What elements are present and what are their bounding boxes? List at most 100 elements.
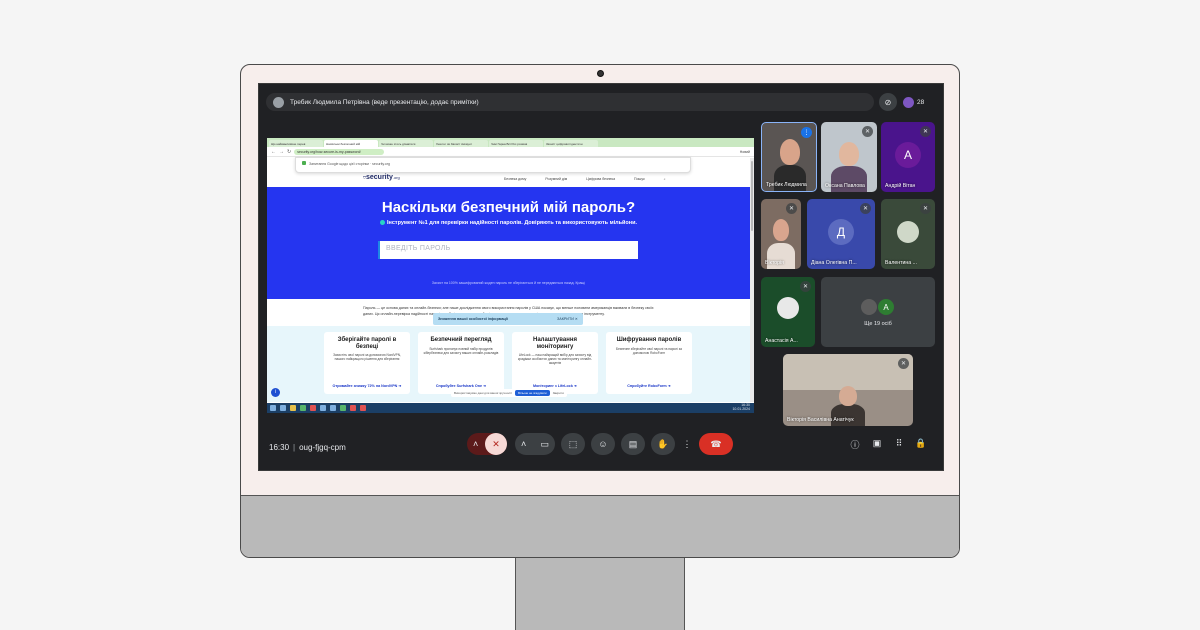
taskbar-clock[interactable]: 16:30 10.01.2024 [732, 403, 750, 412]
camera-icon[interactable]: ▭ [540, 439, 549, 450]
participant-mini-avatar [861, 299, 877, 315]
back-icon[interactable]: ← [271, 149, 276, 155]
browser-tab[interactable]: Що найважливіше перев [269, 140, 323, 147]
page-scrollbar[interactable] [750, 158, 754, 402]
present-icon: ⬚ [568, 438, 578, 449]
omnibox-suggestion[interactable]: Запитання Google щодо цієї сторінки · se… [295, 157, 691, 173]
chrome-icon[interactable] [300, 405, 306, 411]
accessibility-icon[interactable]: i [271, 388, 280, 397]
participant-name: Андрій Вітан [885, 183, 916, 189]
app-icon[interactable] [350, 405, 356, 411]
top-right-controls: ⊘ 28 [879, 93, 924, 111]
forward-icon[interactable]: → [279, 149, 284, 155]
search-icon[interactable]: ⌕ [664, 177, 666, 181]
participant-name: Требик Людмила [766, 182, 807, 188]
hero-note: Захист на 100% зашифрований жоден пароль… [431, 281, 586, 285]
monitor-stand [515, 556, 685, 630]
app-icon[interactable] [340, 405, 346, 411]
participant-tile[interactable]: ⋮ Требик Людмила [761, 122, 817, 192]
participant-name: Оксана Павлова [825, 183, 865, 189]
participant-tile[interactable]: ✕ Валентина ... [881, 199, 935, 269]
participant-tile[interactable]: ✕ Вікторія Василівна Анатічук [783, 354, 913, 426]
start-icon[interactable] [270, 405, 276, 411]
app-icon[interactable] [310, 405, 316, 411]
participant-tile[interactable]: А ✕ Андрій Вітан [881, 122, 935, 192]
close-icon[interactable]: ✕ [574, 317, 578, 321]
search-icon[interactable] [280, 405, 286, 411]
card-link[interactable]: Моніторинг з LifeLock ➔ [512, 384, 598, 388]
cookie-text: Використовуємо дані для вашої зручності [454, 391, 513, 395]
participant-tile[interactable]: ✕ Анастасія А... [761, 277, 815, 347]
browser-tab[interactable]: Хештег як Захист Аккаунт [434, 140, 488, 147]
card-text: Surfshark пропонує повний набір продукті… [423, 346, 499, 355]
scroll-thumb[interactable] [751, 161, 753, 231]
card-text: LifeLock — наш найкращий вибір для захис… [518, 353, 592, 366]
card-text: Безпечне зберігайте свої паролі та парол… [616, 346, 682, 355]
cookie-close-button[interactable]: Закрити [553, 391, 564, 395]
browser-tab[interactable]: Чи може хтось дізнатися [379, 140, 433, 147]
participant-avatar [897, 221, 919, 243]
mic-off-button[interactable]: ✕ [485, 433, 507, 455]
meeting-code[interactable]: oug-fjgq-cpm [299, 443, 346, 452]
card-password-storage: Зберігайте паролі в безпеці Захистіть св… [324, 332, 410, 394]
captions-button[interactable]: ▤ [621, 433, 645, 455]
activities-icon[interactable]: ⠿ [893, 438, 905, 449]
present-button[interactable]: ⬚ [561, 433, 585, 455]
app-icon[interactable] [330, 405, 336, 411]
participant-avatar [777, 297, 799, 319]
profile-label[interactable]: Новий [740, 150, 750, 154]
app-icon[interactable] [360, 405, 366, 411]
info-icon[interactable]: ⓘ [849, 438, 861, 451]
raise-hand-button[interactable]: ✋ [651, 433, 675, 455]
reload-icon[interactable]: ↻ [287, 149, 291, 155]
chat-icon[interactable]: ▣ [871, 438, 883, 449]
end-call-button[interactable]: ☎ [699, 433, 733, 455]
emoji-button[interactable]: ☺ [591, 433, 615, 455]
nav-home-security[interactable]: Безпека дому [504, 177, 526, 181]
participant-name: Діана Олегівна П... [811, 260, 857, 266]
address-bar[interactable]: security.org/how-secure-is-my-password/ [294, 148, 385, 155]
password-input[interactable]: ВВЕДІТЬ ПАРОЛЬ [378, 241, 638, 259]
more-participants-tile[interactable]: А Ще 19 осіб [821, 277, 935, 347]
browser-tab[interactable]: Чим Гарна Всі Роз розмов [489, 140, 543, 147]
cookie-accept-button[interactable]: Більше не згадувати [515, 390, 550, 396]
nav-search[interactable]: Пошук [634, 177, 645, 181]
host-controls-icon[interactable]: 🔒 [915, 438, 927, 449]
site-logo[interactable]: ⛉security.org [363, 174, 400, 181]
meeting-time: 16:30 [269, 443, 290, 452]
mic-off-icon: ✕ [786, 203, 797, 214]
app-icon[interactable] [320, 405, 326, 411]
info-banner-close[interactable]: ЗАКРИТИ [557, 317, 574, 321]
camera-off-icon[interactable]: ⊘ [879, 93, 897, 111]
participant-mini-avatar: А [878, 299, 894, 315]
chevron-up-icon[interactable]: ˄ [521, 439, 526, 449]
more-vert-icon: ⋮ [682, 438, 692, 449]
speaking-icon: ⋮ [801, 127, 812, 138]
browser-tab[interactable]: Захист цифрової ідентичн [544, 140, 598, 147]
card-title: Налаштування моніторингу [533, 337, 577, 350]
mic-off-icon: ✕ [860, 203, 871, 214]
card-text: Захистіть свої паролі за допомогою NordV… [333, 353, 401, 362]
card-link[interactable]: Спробуйте RoboForm ➔ [606, 384, 692, 388]
folder-icon[interactable] [290, 405, 296, 411]
browser-tab-active[interactable]: Наскільки безпечний мій [324, 140, 378, 147]
monitor-chin [241, 495, 959, 557]
participant-tile[interactable]: ✕ Оксана Павлова [821, 122, 877, 192]
nav-digital-security[interactable]: Цифрова безпека [586, 177, 615, 181]
nav-smart-home[interactable]: Розумний дім [545, 177, 567, 181]
chevron-up-icon[interactable]: ˄ [473, 439, 478, 449]
more-options-button[interactable]: ⋮ [681, 433, 693, 455]
participant-tile[interactable]: ✕ Вікторія [761, 199, 801, 269]
meet-screen: Требик Людмила Петрівна (веде презентаці… [258, 83, 944, 471]
participant-name: Вікторія [765, 260, 784, 266]
participant-tile[interactable]: Д ✕ Діана Олегівна П... [807, 199, 875, 269]
card-encryption: Шифрування паролів Безпечне зберігайте с… [606, 332, 692, 394]
participants-button[interactable]: 28 [903, 96, 924, 108]
hero-section: Наскільки безпечний мій пароль? Інструме… [267, 187, 750, 299]
emoji-icon: ☺ [598, 439, 608, 449]
participant-video [783, 354, 913, 390]
card-link[interactable]: Спробуйте Surfshark One ➔ [418, 384, 504, 388]
cookie-bar: Використовуємо дані для вашої зручності … [451, 389, 567, 397]
card-link[interactable]: Отримайте знижку 72% на NordVPN ➔ [324, 384, 410, 388]
google-icon [302, 161, 306, 165]
